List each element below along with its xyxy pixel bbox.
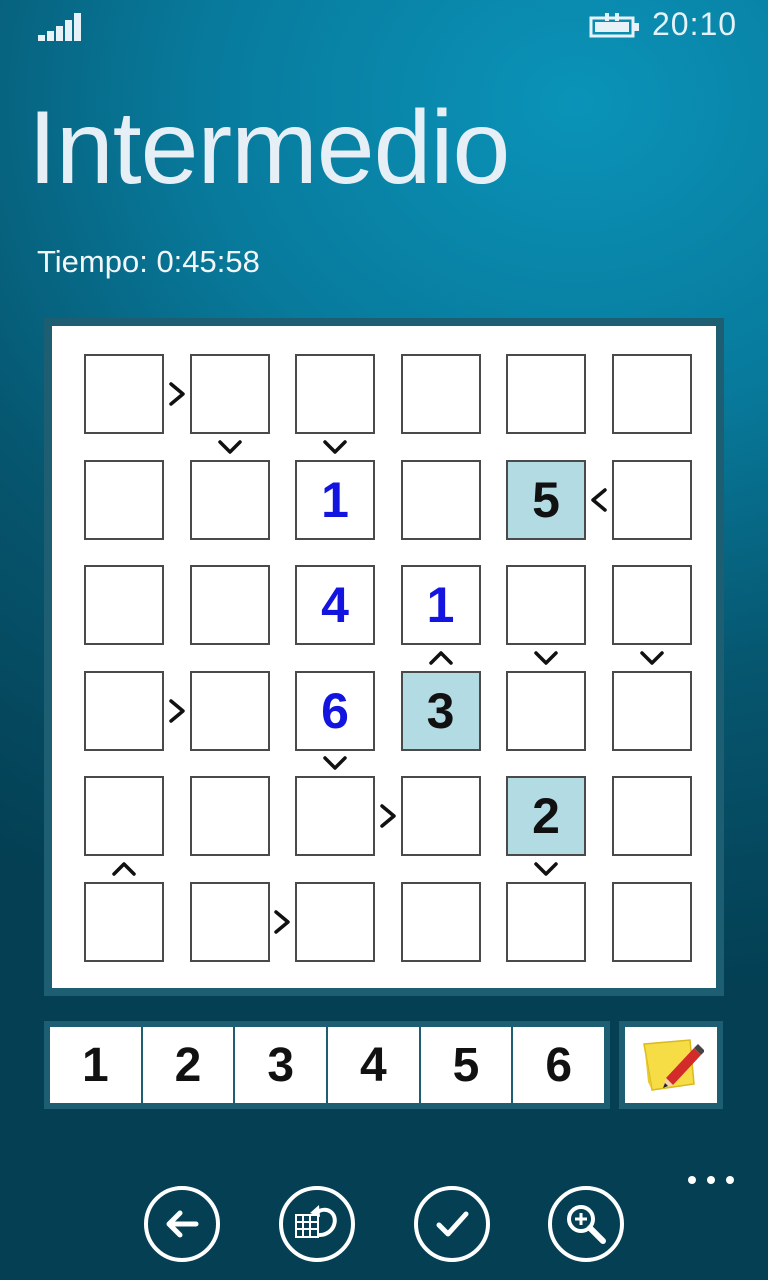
undo-button[interactable] [279, 1186, 355, 1262]
zoom-in-button[interactable] [548, 1186, 624, 1262]
signal-strength-icon [38, 13, 81, 41]
cell-r5-c2[interactable] [295, 881, 375, 962]
cell-r4-c3[interactable] [400, 776, 481, 856]
inequality-sign-r0-c2-below [323, 440, 347, 454]
inequality-sign-r4-c4-below [534, 862, 558, 876]
cell-r5-c3[interactable] [400, 881, 481, 962]
board-frame: 1541632 [44, 318, 724, 996]
cell-r4-c0[interactable] [84, 776, 164, 856]
cell-r2-c0[interactable] [84, 565, 164, 645]
cell-r2-c1[interactable] [189, 565, 270, 645]
cell-r4-c1[interactable] [189, 776, 270, 856]
checkmark-icon [436, 1211, 469, 1237]
cell-r3-c5[interactable] [611, 670, 692, 751]
cell-r2-c5[interactable] [611, 565, 692, 645]
cell-r5-c4[interactable] [506, 881, 586, 962]
inequality-sign-r2-c5-below [639, 651, 664, 665]
cell-r1-c0[interactable] [84, 459, 164, 540]
cell-r1-c3[interactable] [400, 459, 481, 540]
number-key-1[interactable]: 1 [50, 1027, 141, 1103]
cell-r3-c4[interactable] [506, 670, 586, 751]
cell-r0-c5[interactable] [611, 354, 692, 434]
cell-r2-c3[interactable]: 1 [400, 565, 481, 645]
puzzle-board: 1541632 [52, 326, 716, 988]
cell-r2-c2[interactable]: 4 [295, 565, 375, 645]
cell-r3-c0[interactable] [84, 670, 164, 751]
cell-r4-c5[interactable] [611, 776, 692, 856]
ellipsis-icon [688, 1176, 696, 1184]
cell-r0-c2[interactable] [295, 354, 375, 434]
game-timer: Tiempo: 0:45:58 [37, 244, 260, 279]
inequality-sign-r5-c1-right [274, 909, 290, 934]
more-options-button[interactable] [688, 1168, 734, 1192]
cell-r0-c1[interactable] [189, 354, 270, 434]
cell-r3-c1[interactable] [189, 670, 270, 751]
cell-r0-c4[interactable] [506, 354, 586, 434]
inequality-sign-r1-c4-right [591, 487, 607, 512]
number-key-5[interactable]: 5 [420, 1027, 512, 1103]
cell-r0-c3[interactable] [400, 354, 481, 434]
back-button[interactable] [144, 1186, 220, 1262]
number-key-2[interactable]: 2 [142, 1027, 234, 1103]
number-key-3[interactable]: 3 [235, 1027, 327, 1103]
cell-r2-c4[interactable] [506, 565, 586, 645]
sticky-note-pencil-icon [643, 1039, 704, 1091]
cell-r5-c5[interactable] [611, 881, 692, 962]
number-pad: 1 2 3 4 5 6 [44, 1021, 610, 1109]
number-key-6[interactable]: 6 [513, 1027, 605, 1103]
inequality-sign-r2-c3-below [428, 651, 453, 665]
number-key-4[interactable]: 4 [328, 1027, 419, 1103]
inequality-sign-r3-c2-below [323, 756, 347, 770]
cell-r4-c2[interactable] [295, 776, 375, 856]
page-title: Intermedio [28, 90, 510, 206]
inequality-sign-r0-c0-right [169, 382, 185, 406]
battery-charging-icon [589, 13, 639, 38]
inequality-sign-r4-c2-right [380, 804, 396, 828]
cell-r3-c3[interactable]: 3 [400, 670, 481, 751]
undo-icon [295, 1205, 337, 1238]
cell-r1-c1[interactable] [189, 459, 270, 540]
check-button[interactable] [414, 1186, 490, 1262]
cell-r3-c2[interactable]: 6 [295, 670, 375, 751]
cell-r1-c2[interactable]: 1 [295, 459, 375, 540]
zoom-in-icon [567, 1205, 606, 1244]
cell-r1-c4[interactable]: 5 [506, 459, 586, 540]
inequality-sign-r0-c1-below [217, 440, 242, 454]
cell-r1-c5[interactable] [611, 459, 692, 540]
notes-toggle-button[interactable] [625, 1027, 717, 1103]
cell-r5-c1[interactable] [189, 881, 270, 962]
notes-toggle-frame [619, 1021, 723, 1109]
cell-r4-c4[interactable]: 2 [506, 776, 586, 856]
cell-r5-c0[interactable] [84, 881, 164, 962]
inequality-sign-r3-c0-right [169, 698, 185, 723]
back-arrow-icon [166, 1210, 199, 1238]
inequality-sign-r4-c0-below [112, 862, 136, 876]
cell-r0-c0[interactable] [84, 354, 164, 434]
status-clock: 20:10 [652, 6, 738, 42]
inequality-sign-r2-c4-below [534, 651, 558, 665]
